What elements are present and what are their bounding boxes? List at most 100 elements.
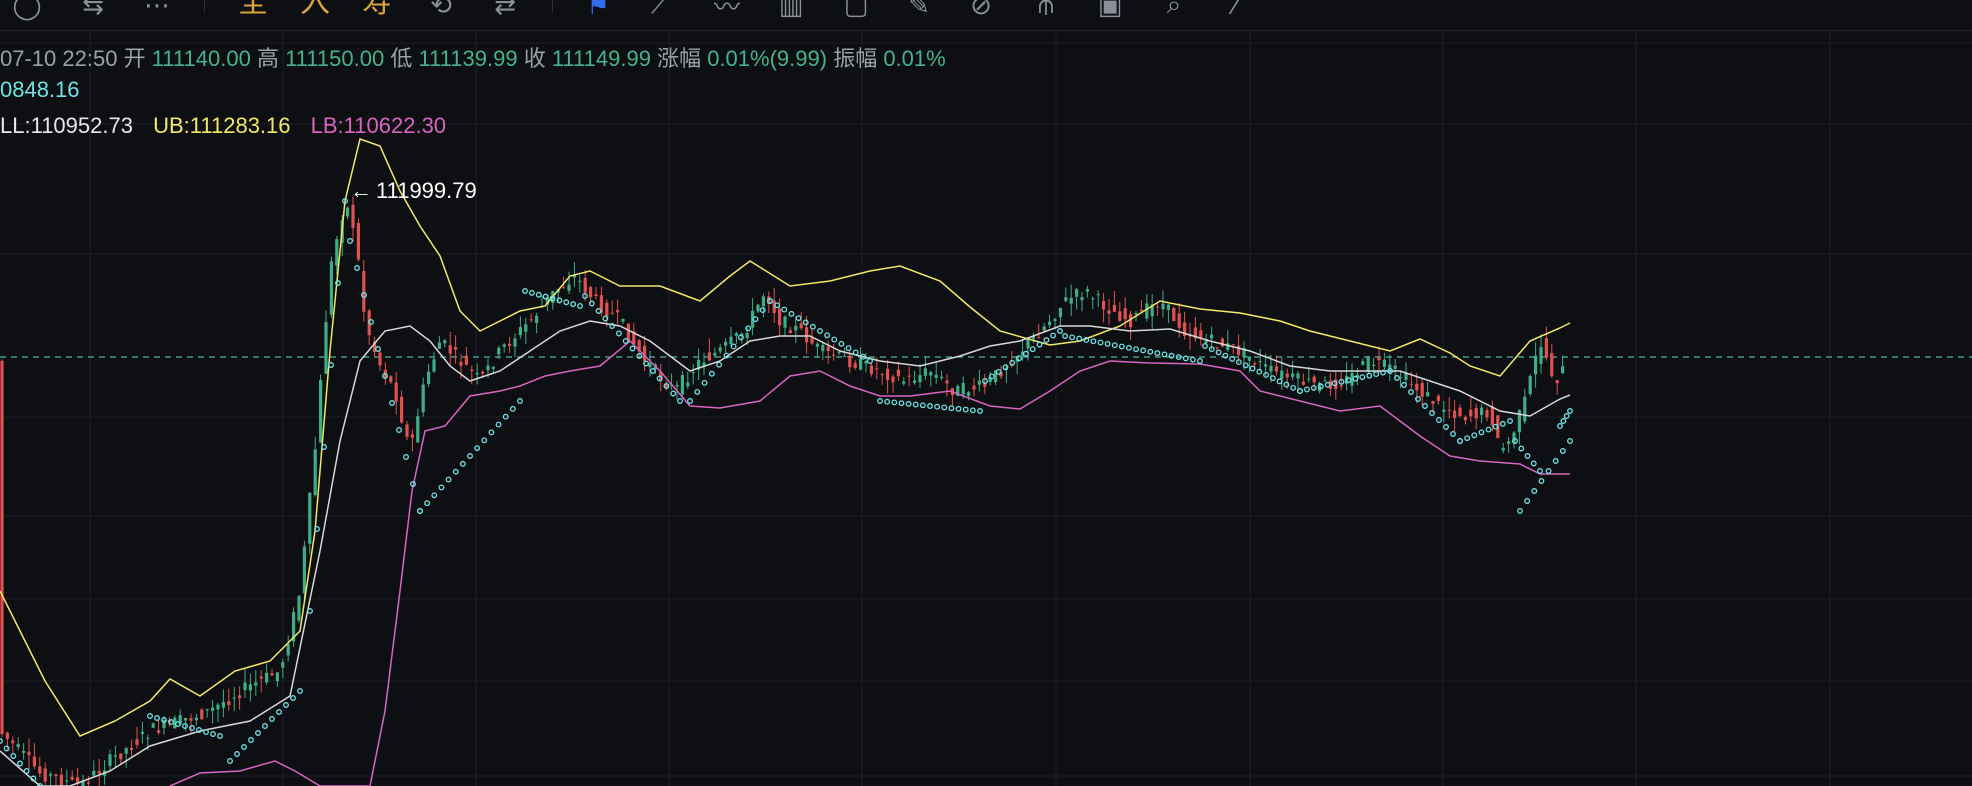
candle-body — [227, 701, 231, 706]
frame-icon[interactable]: ▢ — [842, 0, 870, 20]
candle-body — [1453, 410, 1457, 418]
candle-body — [313, 449, 317, 496]
candle-body — [1075, 289, 1079, 297]
sar-dot — [852, 349, 859, 356]
sar-dot — [438, 484, 445, 491]
open-value: 111140.00 — [151, 46, 251, 71]
candle-body — [189, 718, 193, 721]
edit-icon[interactable]: ✎ — [904, 0, 934, 20]
trend-icon[interactable]: 〰 — [710, 0, 744, 22]
candle-body — [907, 375, 911, 377]
candle-body — [929, 372, 933, 376]
boll-mid-label: LL: — [0, 113, 31, 138]
all-button[interactable]: 全 — [236, 0, 270, 19]
candle-body — [491, 367, 495, 369]
sar-dot — [1559, 448, 1566, 454]
link-icon[interactable]: ⊘ — [966, 0, 996, 20]
magnify-icon[interactable]: ⌕ — [1160, 0, 1188, 19]
candle-body — [1366, 357, 1370, 372]
sar-dot — [1557, 423, 1563, 429]
candle-body — [1053, 319, 1057, 322]
candle-body — [1258, 361, 1262, 363]
sar-dot — [1283, 381, 1290, 388]
upper-band-line — [0, 138, 1571, 737]
sar-dot — [1297, 388, 1303, 394]
sar-dot — [283, 702, 289, 708]
candle-body — [524, 324, 528, 332]
candle-body — [513, 338, 517, 347]
candle-body — [1085, 289, 1089, 292]
sar-dot — [934, 403, 941, 410]
sar-dot — [649, 368, 656, 374]
price-chart[interactable]: 07-10 22:50 开 111140.00 高 111150.00 低 11… — [0, 31, 1972, 786]
sar-dot — [154, 715, 160, 721]
more-icon[interactable]: ⋯ — [144, 0, 170, 20]
sar-dot — [1133, 346, 1140, 353]
candle-body — [686, 382, 690, 387]
compare-icon[interactable]: ⇄ — [490, 0, 520, 20]
candle-body — [416, 416, 420, 443]
sar-dot — [809, 323, 816, 330]
sar-dot — [1062, 333, 1068, 339]
candle-body — [729, 336, 733, 344]
sar-dot — [276, 709, 282, 715]
candle-body — [891, 376, 895, 383]
candle-body — [329, 261, 333, 315]
sar-dot — [745, 325, 752, 332]
candle-body — [940, 376, 944, 378]
chart-canvas[interactable] — [0, 31, 1972, 786]
candle-body — [621, 318, 625, 322]
sar-dot — [838, 340, 845, 347]
in-button[interactable]: 入 — [298, 0, 332, 19]
sar-dot — [1057, 328, 1063, 334]
circle-icon[interactable]: ◯ — [12, 0, 41, 20]
calendar-icon[interactable]: ▣ — [1096, 0, 1124, 20]
slash-icon[interactable]: ⁄ — [1226, 0, 1246, 20]
boll-ub-label: UB: — [153, 113, 190, 138]
sar-dot — [1538, 478, 1545, 484]
candle-body — [324, 322, 328, 374]
candle-body — [1436, 395, 1440, 401]
bookmark-icon[interactable]: ⚑ — [584, 0, 612, 20]
sar-dot — [147, 713, 153, 719]
candle-body — [745, 332, 749, 339]
sar-dot — [234, 751, 240, 757]
sar-dot — [1567, 438, 1573, 444]
candle-body — [1048, 321, 1052, 326]
candle-body — [567, 284, 571, 291]
candle-body — [427, 371, 431, 384]
hash-button[interactable]: 寿 — [360, 0, 394, 19]
sar-dot — [1552, 458, 1559, 464]
candle-body — [842, 355, 846, 357]
sar-dot — [182, 723, 188, 729]
ruler-icon[interactable]: ⟋ — [646, 0, 674, 19]
sar-dot — [677, 398, 683, 404]
candle-body — [119, 753, 123, 760]
candles-icon[interactable]: ▥ — [774, 0, 808, 20]
candle-body — [1102, 300, 1106, 310]
pitchfork-icon[interactable]: ⫛ — [1034, 0, 1058, 19]
candle-body — [1555, 380, 1559, 384]
candle-body — [1139, 309, 1143, 312]
candle-body — [707, 352, 711, 361]
candle-body — [934, 374, 938, 378]
sar-dot — [210, 731, 216, 737]
candle-body — [1291, 373, 1295, 377]
candle-body — [1301, 381, 1305, 385]
candle-body — [578, 280, 582, 282]
replay-icon[interactable]: ⟲ — [426, 0, 456, 20]
sar-dot — [467, 453, 473, 459]
candle-body — [1080, 297, 1084, 301]
sar-dot — [817, 328, 823, 334]
sar-dot — [867, 358, 873, 364]
candle-body — [108, 754, 112, 766]
sar-dot — [1499, 420, 1506, 427]
candle-body — [65, 780, 69, 782]
candle-body — [875, 368, 879, 370]
candle-body — [1226, 343, 1230, 350]
candle-body — [1420, 382, 1424, 397]
candle-body — [972, 385, 976, 390]
indicator-settings-icon[interactable]: ⇆ — [78, 0, 108, 20]
candle-body — [254, 682, 258, 686]
sar-dot — [716, 361, 723, 368]
